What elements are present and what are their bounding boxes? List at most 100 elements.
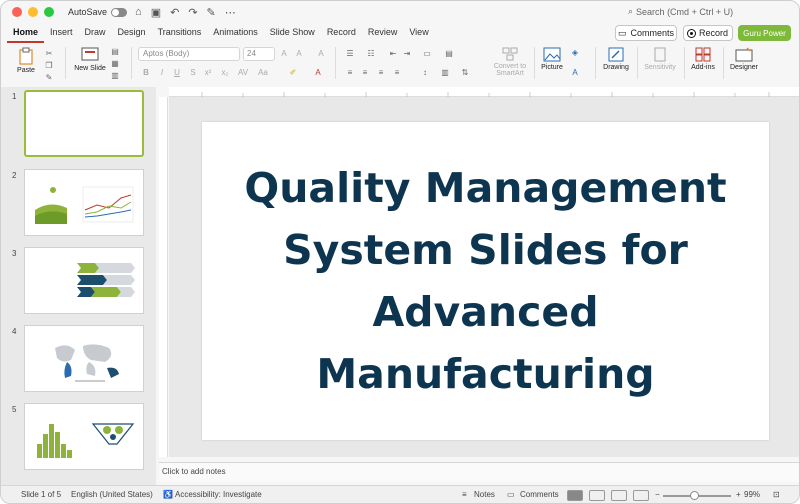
undo-icon[interactable]: ↶ — [170, 6, 179, 19]
justify-icon[interactable]: ≡ — [391, 68, 403, 78]
slide-sorter-button[interactable] — [589, 490, 605, 501]
character-spacing-icon[interactable]: AV — [237, 68, 249, 78]
convert-smartart-button[interactable]: Convert to SmartArt — [489, 47, 531, 77]
notes-button[interactable]: Notes — [474, 490, 495, 499]
tab-view[interactable]: View — [403, 23, 434, 43]
font-color-icon[interactable]: A — [312, 68, 324, 78]
normal-view-button[interactable] — [567, 490, 583, 501]
superscript-icon[interactable]: x² — [202, 68, 214, 78]
subscript-icon[interactable]: x₂ — [219, 68, 231, 78]
format-painter-icon[interactable]: ✎ — [43, 73, 55, 83]
histogram-funnel-illustration — [37, 423, 135, 458]
align-right-icon[interactable]: ≡ — [375, 68, 387, 78]
zoom-window-button[interactable] — [44, 7, 54, 17]
tab-design[interactable]: Design — [112, 23, 152, 43]
accessibility-icon: ♿ — [163, 490, 173, 499]
change-case-icon[interactable]: Aa — [257, 68, 269, 78]
zoom-out-button[interactable]: − — [655, 490, 660, 499]
language-indicator[interactable]: English (United States) — [71, 490, 153, 499]
italic-icon[interactable]: I — [156, 68, 168, 78]
tab-draw[interactable]: Draw — [79, 23, 112, 43]
numbering-icon[interactable]: ☷ — [365, 49, 377, 59]
slide-canvas[interactable]: Quality Management System Slides for Adv… — [202, 122, 769, 440]
copy-icon[interactable]: ❐ — [43, 61, 55, 71]
font-name-field[interactable]: Aptos (Body) — [138, 47, 240, 61]
columns-icon[interactable]: ▥ — [439, 68, 451, 78]
bullets-icon[interactable]: ☰ — [344, 49, 356, 59]
tab-animations[interactable]: Animations — [207, 23, 264, 43]
textbox-insert-icon[interactable]: A — [569, 68, 581, 78]
thumb-number: 5 — [12, 405, 17, 414]
reset-icon[interactable]: ▦ — [107, 59, 123, 69]
clear-format-icon[interactable]: A — [315, 49, 327, 59]
home-icon[interactable]: ⌂ — [135, 6, 142, 19]
cut-icon[interactable]: ✂ — [43, 49, 55, 59]
record-button[interactable]: Record — [683, 25, 733, 41]
align-text-icon[interactable]: ▤ — [443, 49, 455, 59]
font-size-field[interactable]: 24 — [243, 47, 275, 61]
align-left-icon[interactable]: ≡ — [344, 68, 356, 78]
minimize-window-button[interactable] — [28, 7, 38, 17]
tab-slide-show[interactable]: Slide Show — [264, 23, 321, 43]
layout-icon[interactable]: ▤ — [107, 47, 123, 57]
drawing-button[interactable]: Drawing — [601, 47, 631, 71]
slide-thumbnail-pane[interactable]: 1 2 3 4 5 — [1, 87, 156, 485]
fit-slide-icon[interactable]: ⊡ — [773, 490, 780, 499]
sensitivity-button[interactable]: Sensitivity — [641, 47, 679, 71]
zoom-level[interactable]: 99% — [744, 490, 760, 499]
slide-thumbnail-3[interactable] — [24, 247, 144, 314]
tab-transitions[interactable]: Transitions — [152, 23, 208, 43]
tab-home[interactable]: Home — [7, 23, 45, 43]
autosave-toggle[interactable]: AutoSave — [68, 7, 128, 17]
addins-button[interactable]: Add-ins — [689, 47, 717, 71]
underline-icon[interactable]: U — [171, 68, 183, 78]
new-slide-button[interactable]: New Slide — [73, 47, 107, 72]
redo-icon[interactable]: ↷ — [188, 6, 197, 19]
notes-pane[interactable]: Click to add notes — [159, 462, 799, 482]
slide-thumbnail-2[interactable] — [24, 169, 144, 236]
status-bar: Slide 1 of 5 English (United States) ♿ A… — [1, 485, 799, 503]
save-icon[interactable]: ▣ — [151, 6, 161, 19]
slide-title[interactable]: Quality Management System Slides for Adv… — [226, 157, 746, 405]
slideshow-view-button[interactable] — [633, 490, 649, 501]
search-label: Search (Cmd + Ctrl + U) — [636, 6, 734, 17]
text-direction-icon[interactable]: ⇅ — [459, 68, 471, 78]
guru-power-button[interactable]: Guru Power — [738, 25, 791, 41]
designer-button[interactable]: Designer — [727, 47, 761, 71]
reading-view-button[interactable] — [611, 490, 627, 501]
landscape-chart-illustration — [35, 186, 134, 224]
increase-indent-icon[interactable]: ⇥ — [401, 49, 413, 59]
slide-thumbnail-5[interactable] — [24, 403, 144, 470]
text-box-icon[interactable]: ▭ — [421, 49, 433, 59]
bold-icon[interactable]: B — [140, 68, 152, 78]
slide-thumbnail-4[interactable] — [24, 325, 144, 392]
tab-review[interactable]: Review — [362, 23, 404, 43]
section-icon[interactable]: ▥ — [107, 71, 123, 81]
autosave-switch[interactable] — [111, 7, 128, 17]
ruler-ticks — [201, 92, 770, 97]
comments-status-button[interactable]: Comments — [520, 490, 559, 499]
strikethrough-icon[interactable]: S — [187, 68, 199, 78]
more-icon[interactable]: ⋯ — [225, 6, 236, 19]
accessibility-status[interactable]: Accessibility: Investigate — [175, 490, 262, 499]
comments-button[interactable]: ▭ Comments — [615, 25, 677, 41]
tab-record[interactable]: Record — [321, 23, 362, 43]
close-window-button[interactable] — [12, 7, 22, 17]
shapes-icon[interactable]: ◈ — [569, 48, 581, 58]
new-slide-label: New Slide — [74, 65, 106, 72]
slide-thumbnail-1[interactable] — [24, 90, 144, 157]
decrease-indent-icon[interactable]: ⇤ — [387, 49, 399, 59]
search-box[interactable]: ⌕ Search (Cmd + Ctrl + U) — [628, 6, 733, 17]
format-painter-icon[interactable]: ✎ — [207, 6, 216, 19]
zoom-in-button[interactable]: + — [736, 490, 741, 499]
thumb-number: 4 — [12, 327, 17, 336]
highlight-icon[interactable]: ✐ — [287, 68, 299, 78]
increase-font-icon[interactable]: A — [278, 49, 290, 59]
align-center-icon[interactable]: ≡ — [359, 68, 371, 78]
paste-button[interactable]: Paste — [12, 47, 40, 74]
zoom-slider-handle[interactable] — [690, 491, 699, 500]
tab-insert[interactable]: Insert — [44, 23, 79, 43]
decrease-font-icon[interactable]: A — [293, 49, 305, 59]
line-spacing-icon[interactable]: ↕ — [419, 68, 431, 78]
picture-button[interactable]: Picture — [538, 47, 566, 71]
